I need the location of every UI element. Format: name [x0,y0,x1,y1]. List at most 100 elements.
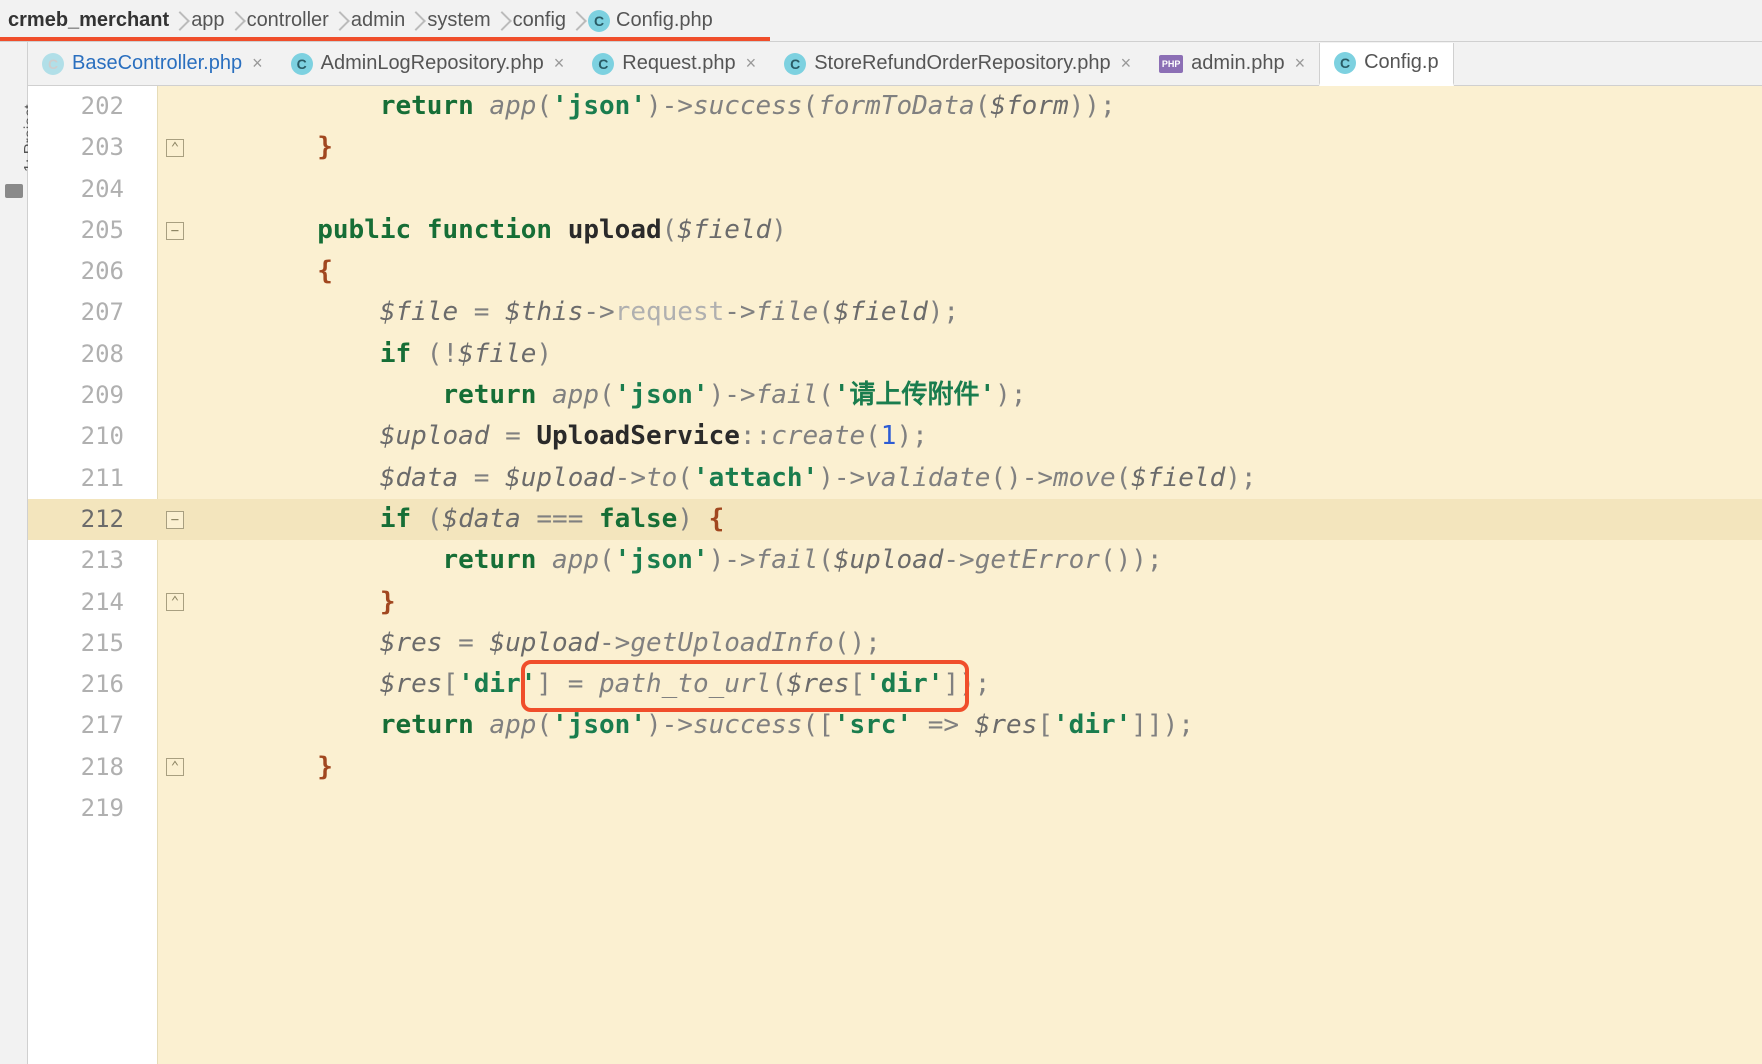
editor-tab[interactable]: CRequest.php× [578,42,770,85]
code-text: } [192,747,333,788]
code-line[interactable]: 203 ⌃ } [28,127,1762,168]
code-line[interactable]: 215 $res = $upload->getUploadInfo(); [28,623,1762,664]
code-line[interactable]: 211 $data = $upload->to('attach')->valid… [28,458,1762,499]
breadcrumb-text: admin [351,9,405,32]
chevron-right-icon [330,11,350,31]
breadcrumb-segment[interactable]: controller [247,9,329,32]
code-text: return app('json')->fail($upload->getErr… [192,540,1163,581]
code-line[interactable]: 218 ⌃ } [28,747,1762,788]
code-line[interactable]: 204 [28,169,1762,210]
close-icon[interactable]: × [554,53,565,74]
editor-tab[interactable]: C Config.p [1319,43,1454,86]
line-number: 206 [28,251,124,292]
class-c-icon: C [1334,52,1356,74]
code-line[interactable]: 205 − public function upload($field) [28,210,1762,251]
tool-window-bar: 1: Project [0,42,28,1064]
line-number: 205 [28,210,124,251]
breadcrumb: crmeb_merchant app controller admin system co… [0,0,1762,42]
breadcrumb-segment[interactable]: app [191,9,224,32]
fold-collapse-icon[interactable]: − [166,222,184,240]
code-text: if (!$file) [192,334,552,375]
line-number: 216 [28,664,124,705]
close-icon[interactable]: × [252,53,263,74]
fold-end-icon[interactable]: ⌃ [166,139,184,157]
code-text: $res = $upload->getUploadInfo(); [192,623,881,664]
line-number: 210 [28,416,124,457]
tab-label: AdminLogRepository.php [321,52,544,75]
code-text: $upload = UploadService::create(1); [192,416,928,457]
code-line[interactable]: 219 [28,788,1762,829]
breadcrumb-segment[interactable]: system [427,9,490,32]
tab-label: admin.php [1191,52,1284,75]
class-c-icon: C [784,53,806,75]
breadcrumb-segment[interactable]: crmeb_merchant [8,9,169,32]
line-number: 204 [28,169,124,210]
code-text: $res['dir'] = path_to_url($res['dir']); [192,664,990,705]
code-line[interactable]: 212 − if ($data === false) { [28,499,1762,540]
line-number: 203 [28,127,124,168]
code-text: public function upload($field) [192,210,787,251]
line-number: 214 [28,582,124,623]
code-line[interactable]: 209 return app('json')->fail('请上传附件'); [28,375,1762,416]
fold-end-icon[interactable]: ⌃ [166,593,184,611]
editor-tab[interactable]: CBaseController.php× [28,42,277,85]
line-number: 211 [28,458,124,499]
class-c-icon: C [592,53,614,75]
tab-label: StoreRefundOrderRepository.php [814,52,1110,75]
code-editor[interactable]: 202 return app('json')->success(formToDa… [28,86,1762,1064]
php-file-icon: PHP [1159,55,1183,73]
code-line[interactable]: 216 $res['dir'] = path_to_url($res['dir'… [28,664,1762,705]
breadcrumb-text: crmeb_merchant [8,9,169,32]
close-icon[interactable]: × [1121,53,1132,74]
code-lines: 202 return app('json')->success(formToDa… [28,86,1762,829]
chevron-right-icon [406,11,426,31]
class-c-icon: C [588,10,610,32]
chevron-right-icon [170,11,190,31]
line-number: 209 [28,375,124,416]
editor-tab[interactable]: PHP admin.php × [1145,42,1319,85]
breadcrumb-segment[interactable]: admin [351,9,405,32]
line-number: 218 [28,747,124,788]
breadcrumb-highlight [0,37,770,41]
folder-icon [5,184,23,198]
code-line[interactable]: 217 return app('json')->success(['src' =… [28,705,1762,746]
code-text: { [192,251,333,292]
breadcrumb-text: app [191,9,224,32]
fold-end-icon[interactable]: ⌃ [166,758,184,776]
code-line[interactable]: 207 $file = $this->request->file($field)… [28,292,1762,333]
code-text: return app('json')->success(formToData($… [192,86,1116,127]
line-number: 208 [28,334,124,375]
breadcrumb-segment[interactable]: config [513,9,566,32]
line-number: 213 [28,540,124,581]
code-text: return app('json')->fail('请上传附件'); [192,375,1026,416]
breadcrumb-segment[interactable]: C Config.php [588,9,713,32]
code-text: } [192,127,333,168]
line-number: 212 [28,499,124,540]
breadcrumb-text: Config.php [616,9,713,32]
line-number: 217 [28,705,124,746]
breadcrumb-items: crmeb_merchant app controller admin system co… [8,9,713,32]
code-line[interactable]: 214 ⌃ } [28,582,1762,623]
code-line[interactable]: 210 $upload = UploadService::create(1); [28,416,1762,457]
code-line[interactable]: 213 return app('json')->fail($upload->ge… [28,540,1762,581]
line-number: 219 [28,788,124,829]
editor-tab[interactable]: C StoreRefundOrderRepository.php × [770,42,1145,85]
line-number: 215 [28,623,124,664]
code-text: } [192,582,396,623]
close-icon[interactable]: × [746,53,757,74]
code-text: $file = $this->request->file($field); [192,292,959,333]
code-line[interactable]: 208 if (!$file) [28,334,1762,375]
tab-label: Config.p [1364,51,1439,74]
code-text: return app('json')->success(['src' => $r… [192,705,1194,746]
chevron-right-icon [567,11,587,31]
line-number: 207 [28,292,124,333]
breadcrumb-text: controller [247,9,329,32]
close-icon[interactable]: × [1295,53,1306,74]
editor-tab[interactable]: CAdminLogRepository.php× [277,42,579,85]
fold-collapse-icon[interactable]: − [166,511,184,529]
code-line[interactable]: 202 return app('json')->success(formToDa… [28,86,1762,127]
breadcrumb-text: system [427,9,490,32]
code-line[interactable]: 206 { [28,251,1762,292]
chevron-right-icon [226,11,246,31]
code-text: if ($data === false) { [192,499,724,540]
